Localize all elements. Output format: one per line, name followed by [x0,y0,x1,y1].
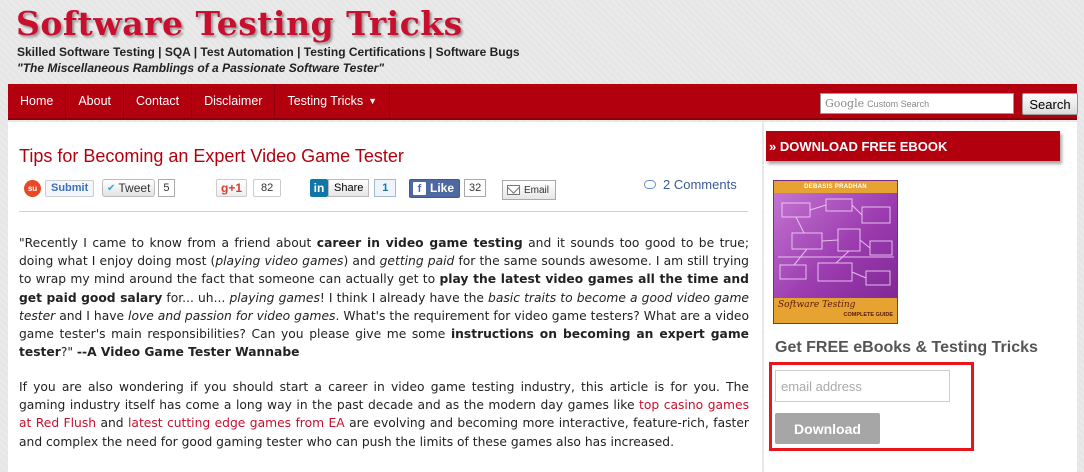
nav-testing-tricks-label: Testing Tricks [287,94,364,108]
search-placeholder: Custom Search [867,98,930,109]
stumbleupon-submit-button[interactable]: Submit [45,179,95,197]
book-subtitle: COMPLETE GUIDE [843,312,893,318]
main-content: Tips for Becoming an Expert Video Game T… [8,122,762,472]
text-segment: for... uh... [162,290,230,305]
text-segment: playing video games [215,254,344,269]
text-segment: and [96,416,128,431]
book-author: DEBASIS PRADHAN [774,181,897,193]
tweet-count: 5 [158,179,175,197]
inline-link[interactable]: latest cutting edge games from EA [128,416,345,430]
subscribe-title: Get FREE eBooks & Testing Tricks [775,339,1038,356]
linkedin-share[interactable]: in Share 1 [310,178,397,198]
linkedin-count: 1 [374,179,397,197]
stumbleupon-share[interactable]: su Submit [24,178,95,198]
site-title[interactable]: Software Testing Tricks [16,4,463,43]
email-share[interactable]: Email [502,180,557,200]
flowchart-art-icon [778,198,894,286]
ebook-cover-image[interactable]: DEBASIS PRADHAN Software Testing COMPLET… [773,180,898,324]
tweet-label: Tweet [118,181,151,195]
site-motto: "The Miscellaneous Ramblings of a Passio… [17,61,385,75]
nav-contact[interactable]: Contact [124,84,193,118]
book-title-band: Software Testing COMPLETE GUIDE [774,298,897,323]
email-address-input[interactable] [775,370,950,402]
comments-link[interactable]: 2 Comments [644,177,737,192]
linkedin-icon: in [310,179,328,197]
googleplus-share[interactable]: g+1 82 [216,178,282,198]
linkedin-share-button[interactable]: Share [328,179,370,197]
search-input[interactable]: Google Custom Search [820,93,1014,114]
nav-disclaimer[interactable]: Disclaimer [192,84,276,118]
post-divider [19,211,748,212]
facebook-like-label: Like [430,181,455,195]
tweet-button[interactable]: ✔ Tweet [102,179,156,197]
download-button[interactable]: Download [775,413,880,444]
facebook-count: 32 [464,179,487,197]
twitter-bird-icon: ✔ [107,182,116,194]
site-tagline: Skilled Software Testing | SQA | Test Au… [17,45,520,59]
gplus-button[interactable]: g+1 [216,179,248,197]
google-logo: Google [825,97,865,110]
text-segment: ?" [60,345,77,360]
text-segment: getting paid [379,254,455,269]
book-title: Software Testing [778,300,856,310]
email-button[interactable]: Email [502,180,557,200]
sidebar: » DOWNLOAD FREE EBOOK DEBASIS PRADHAN So… [764,122,1077,472]
post-paragraph-1: "Recently I came to know from a friend a… [19,234,749,361]
search-button[interactable]: Search [1022,93,1078,115]
caret-down-icon: ▼ [368,96,378,106]
comment-bubble-icon [644,180,656,189]
text-segment: playing games [229,290,320,305]
nav-home[interactable]: Home [8,84,67,118]
nav-testing-tricks[interactable]: Testing Tricks ▼ [275,84,391,118]
gplus-count: 82 [253,179,282,197]
text-segment: "Recently I came to know from a friend a… [19,236,317,250]
text-segment: ) and [343,254,380,269]
post-paragraph-2: If you are also wondering if you should … [19,378,749,451]
facebook-share[interactable]: f Like 32 [409,178,487,198]
stumbleupon-icon: su [24,179,41,197]
facebook-like-button[interactable]: f Like [409,178,461,198]
comments-label: 2 Comments [663,177,737,192]
text-segment: career in video game testing [316,236,523,250]
download-ebook-heading: » DOWNLOAD FREE EBOOK [766,131,1060,161]
envelope-icon [507,185,520,195]
text-segment: --A Video Game Tester Wannabe [76,345,300,360]
post-title[interactable]: Tips for Becoming an Expert Video Game T… [19,146,404,167]
text-segment: love and passion for video games [128,308,336,323]
main-navbar: Home About Contact Disclaimer Testing Tr… [8,84,1078,120]
text-segment: ! I think I already have the [319,290,489,305]
email-label: Email [524,184,550,196]
text-segment: and I have [55,308,129,323]
facebook-icon: f [413,181,426,195]
twitter-share[interactable]: ✔ Tweet 5 [102,178,175,198]
nav-about[interactable]: About [66,84,125,118]
